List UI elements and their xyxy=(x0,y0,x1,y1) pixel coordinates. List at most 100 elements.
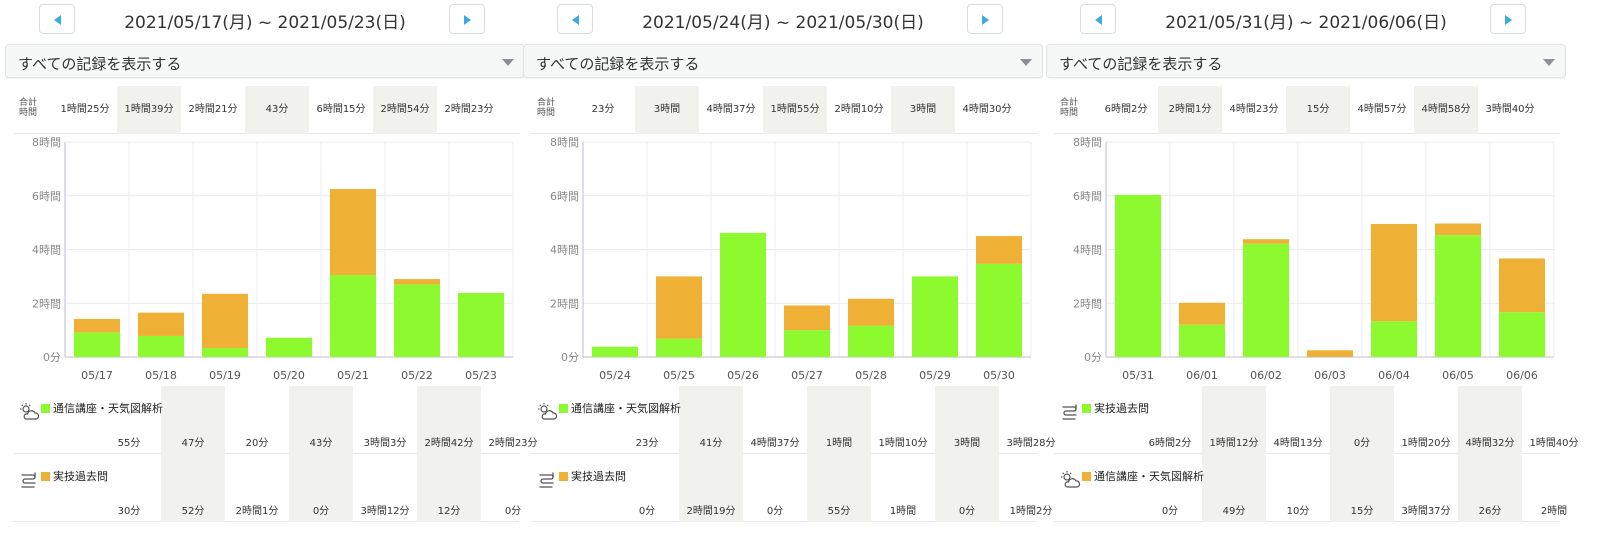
bar-segment[interactable] xyxy=(73,332,121,357)
bar-segment[interactable] xyxy=(329,189,377,276)
previous-week-button[interactable] xyxy=(557,4,593,34)
bar-segment[interactable] xyxy=(975,263,1023,357)
bar-segment[interactable] xyxy=(1370,321,1418,357)
week-navigator: 2021/05/24(月) ~ 2021/05/30(日) xyxy=(523,4,1043,36)
category-daily-value: 43分 xyxy=(309,438,333,449)
caret-left-icon xyxy=(54,15,61,25)
bar-segment[interactable] xyxy=(1434,223,1482,236)
next-week-button[interactable] xyxy=(1490,4,1526,34)
bar-segment[interactable] xyxy=(655,338,703,357)
x-tick-label: 05/26 xyxy=(727,369,759,382)
totals-label: 合計時間 xyxy=(19,98,38,118)
daily-total: 2時間54分 xyxy=(373,86,437,134)
stacked-bar-chart: 0分 2時間 4時間 6時間 8時間 05/31 06/01 06/02 06/03 06/04 0… xyxy=(1046,134,1566,384)
category-daily-value: 1時間10分 xyxy=(878,438,928,449)
bar-segment[interactable] xyxy=(457,292,505,357)
daily-totals-row: 合計時間 6時間2分 2時間1分 4時間23分 15分 4時間57分 4時間58分 3時間40… xyxy=(1054,86,1560,134)
category-daily-value: 2時間 xyxy=(1540,506,1568,517)
category-breakdown: 実技過去問 6時間2分 1時間12分 4時間13分 0分 1時間20分 4時間32分 1時間4… xyxy=(1054,386,1579,454)
legend-swatch xyxy=(559,472,568,481)
week-range-title: 2021/05/31(月) ~ 2021/06/06(日) xyxy=(1165,13,1447,33)
category-daily-value: 1時間12分 xyxy=(1209,438,1259,449)
bar-segment[interactable] xyxy=(1434,235,1482,357)
category-name: 実技過去問 xyxy=(1094,402,1149,415)
bar-segment[interactable] xyxy=(1178,324,1226,357)
bar-segment[interactable] xyxy=(1178,302,1226,325)
category-daily-value: 4時間13分 xyxy=(1273,438,1323,449)
chart-svg: 0分 2時間 4時間 6時間 8時間 05/31 06/01 06/02 06/03 06/04 0… xyxy=(1073,136,1555,382)
bar-segment[interactable] xyxy=(783,305,831,331)
caret-right-icon xyxy=(464,15,471,25)
y-tick-label: 0分 xyxy=(561,351,579,364)
category-daily-value: 15分 xyxy=(1350,506,1374,517)
practice-icon xyxy=(537,470,557,490)
category-daily-value: 23分 xyxy=(635,438,659,449)
category-daily-value: 41分 xyxy=(699,438,723,449)
bar-segment[interactable] xyxy=(783,330,831,357)
bar-segment[interactable] xyxy=(655,276,703,339)
y-tick-label: 4時間 xyxy=(1073,244,1102,257)
bar-segment[interactable] xyxy=(1114,194,1162,357)
record-filter-select[interactable]: すべての記録を表示する xyxy=(5,44,525,78)
daily-total: 15分 xyxy=(1286,86,1350,134)
category-name: 実技過去問 xyxy=(571,470,626,483)
category-legend: 通信講座・天気図解析 xyxy=(1082,468,1204,484)
category-daily-value: 1時間 xyxy=(889,506,917,517)
week-navigator: 2021/05/31(月) ~ 2021/06/06(日) xyxy=(1046,4,1566,36)
category-daily-value: 0分 xyxy=(958,506,976,517)
x-tick-label: 06/02 xyxy=(1250,369,1282,382)
category-daily-value: 20分 xyxy=(245,438,269,449)
x-tick-label: 05/22 xyxy=(401,369,433,382)
bar-segment[interactable] xyxy=(1370,223,1418,322)
bar-segment[interactable] xyxy=(847,325,895,357)
y-tick-label: 4時間 xyxy=(550,244,579,257)
bar-segment[interactable] xyxy=(201,348,249,357)
chart-svg: 0分 2時間 4時間 6時間 8時間 05/17 05/18 05/19 05/20 05/21 0… xyxy=(32,136,514,382)
bar-segment[interactable] xyxy=(1242,243,1290,357)
y-tick-label: 8時間 xyxy=(32,136,61,149)
bar-segment[interactable] xyxy=(329,275,377,357)
practice-icon xyxy=(19,470,39,490)
bar-segment[interactable] xyxy=(393,284,441,357)
bar-segment[interactable] xyxy=(73,318,121,333)
y-tick-label: 6時間 xyxy=(550,190,579,203)
next-week-button[interactable] xyxy=(967,4,1003,34)
next-week-button[interactable] xyxy=(449,4,485,34)
bar-segment[interactable] xyxy=(1306,350,1354,357)
bar-segment[interactable] xyxy=(1498,258,1546,313)
bar-segment[interactable] xyxy=(137,335,185,357)
filter-selected-value: すべての記録を表示する xyxy=(18,55,182,73)
chart-svg: 0分 2時間 4時間 6時間 8時間 05/24 05/25 05/26 05/27 05/28 0… xyxy=(550,136,1032,382)
category-breakdown: 通信講座・天気図解析 55分 47分 20分 43分 3時間3分 2時間42分 2時間23分 xyxy=(13,386,538,454)
week-range-title: 2021/05/24(月) ~ 2021/05/30(日) xyxy=(642,13,924,33)
bar-segment[interactable] xyxy=(911,276,959,357)
bar-segment[interactable] xyxy=(265,337,313,357)
category-daily-value: 55分 xyxy=(827,506,851,517)
category-daily-value: 3時間 xyxy=(953,438,981,449)
bar-segment[interactable] xyxy=(1242,239,1290,244)
daily-totals-row: 合計時間 23分 3時間 4時間37分 1時間55分 2時間10分 3時間 4時間30分 xyxy=(531,86,1037,134)
category-daily-value: 3時間3分 xyxy=(363,438,407,449)
bar-segment[interactable] xyxy=(201,293,249,349)
bar-segment[interactable] xyxy=(1498,312,1546,357)
week-panel: 2021/05/24(月) ~ 2021/05/30(日) すべての記録を表示する… xyxy=(523,0,1056,556)
bar-segment[interactable] xyxy=(393,279,441,285)
bar-segment[interactable] xyxy=(975,236,1023,264)
category-name: 実技過去問 xyxy=(53,470,108,483)
daily-totals-row: 合計時間 1時間25分 1時間39分 2時間21分 43分 6時間15分 2時間54分 2時間… xyxy=(13,86,519,134)
record-filter-select[interactable]: すべての記録を表示する xyxy=(523,44,1043,78)
x-tick-label: 05/19 xyxy=(209,369,241,382)
previous-week-button[interactable] xyxy=(1080,4,1116,34)
daily-total: 6時間2分 xyxy=(1104,104,1148,115)
bar-segment[interactable] xyxy=(847,298,895,326)
x-tick-label: 05/18 xyxy=(145,369,177,382)
previous-week-button[interactable] xyxy=(39,4,75,34)
bar-segment[interactable] xyxy=(591,346,639,357)
bar-segment[interactable] xyxy=(719,232,767,357)
daily-total: 6時間15分 xyxy=(316,104,366,115)
bar-segment[interactable] xyxy=(137,312,185,336)
category-daily-value: 47分 xyxy=(181,438,205,449)
category-daily-value: 3時間12分 xyxy=(360,506,410,517)
legend-swatch xyxy=(559,404,568,413)
record-filter-select[interactable]: すべての記録を表示する xyxy=(1046,44,1566,78)
